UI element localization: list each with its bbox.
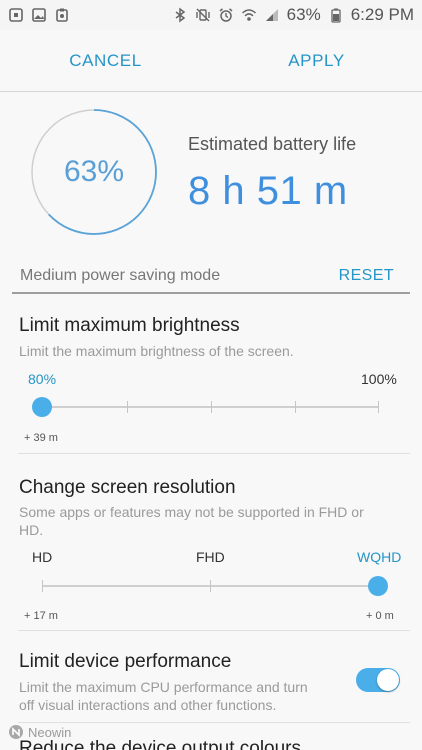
section-divider (18, 630, 410, 631)
brightness-min-label: 80% (28, 371, 57, 387)
section-divider (18, 453, 410, 454)
brightness-tick (378, 401, 379, 413)
estimated-battery-label: Estimated battery life (188, 134, 357, 154)
neowin-logo-icon (8, 724, 24, 740)
brightness-tick (295, 401, 296, 413)
battery-percent-text: 63% (286, 5, 321, 24)
resolution-slider-knob[interactable] (368, 576, 388, 596)
brightness-slider-knob[interactable] (32, 397, 52, 417)
neowin-watermark: Neowin (8, 724, 71, 740)
resolution-tick (210, 580, 211, 592)
cancel-button[interactable]: CANCEL (0, 51, 211, 71)
apply-button[interactable]: APPLY (211, 51, 422, 71)
reset-button[interactable]: RESET (339, 267, 394, 285)
alarm-icon (218, 7, 234, 23)
notification-square-icon (8, 7, 24, 23)
power-mode-title: Medium power saving mode (20, 267, 221, 284)
brightness-max-label: 100% (361, 371, 397, 387)
performance-toggle[interactable] (356, 668, 400, 692)
brightness-time-gain: + 39 m (24, 432, 58, 444)
brightness-tick (211, 401, 212, 413)
toggle-thumb (377, 669, 399, 691)
estimated-battery-value: 8 h 51 m (188, 169, 348, 213)
section-divider (18, 722, 410, 723)
status-time: 6:29 PM (350, 5, 414, 24)
power-mode-header: Medium power saving mode RESET (12, 262, 410, 294)
resolution-option-fhd: FHD (196, 549, 225, 565)
resolution-description-line1: Some apps or features may not be support… (19, 504, 364, 520)
brightness-tick (127, 401, 128, 413)
battery-ring-percent: 63% (63, 155, 125, 188)
signal-icon (264, 7, 280, 23)
battery-icon (328, 7, 344, 23)
neowin-watermark-text: Neowin (28, 724, 72, 740)
status-left-icons (8, 7, 70, 23)
resolution-time-gain-high: + 0 m (366, 610, 394, 622)
image-notification-icon (31, 7, 47, 23)
resolution-time-gain-low: + 17 m (24, 610, 58, 622)
bluetooth-icon (172, 7, 188, 23)
brightness-title: Limit maximum brightness (19, 315, 240, 336)
battery-panel: 63% Estimated battery life 8 h 51 m (0, 93, 422, 258)
action-bar: CANCEL APPLY (0, 30, 422, 92)
performance-description-line2: off visual interactions and other functi… (19, 697, 277, 713)
status-right-icons: 63% 6:29 PM (172, 5, 414, 25)
vibrate-mute-icon (195, 7, 211, 23)
resolution-tick (42, 580, 43, 592)
performance-title: Limit device performance (19, 651, 232, 672)
resolution-title: Change screen resolution (19, 477, 236, 498)
clipboard-notification-icon (54, 7, 70, 23)
status-bar: 63% 6:29 PM (0, 0, 422, 30)
brightness-description: Limit the maximum brightness of the scre… (19, 343, 294, 359)
resolution-description-line2: HD. (19, 522, 44, 538)
resolution-option-wqhd: WQHD (357, 549, 402, 565)
wifi-icon (241, 7, 257, 23)
resolution-option-hd: HD (32, 549, 53, 565)
performance-description-line1: Limit the maximum CPU performance and tu… (19, 679, 308, 695)
